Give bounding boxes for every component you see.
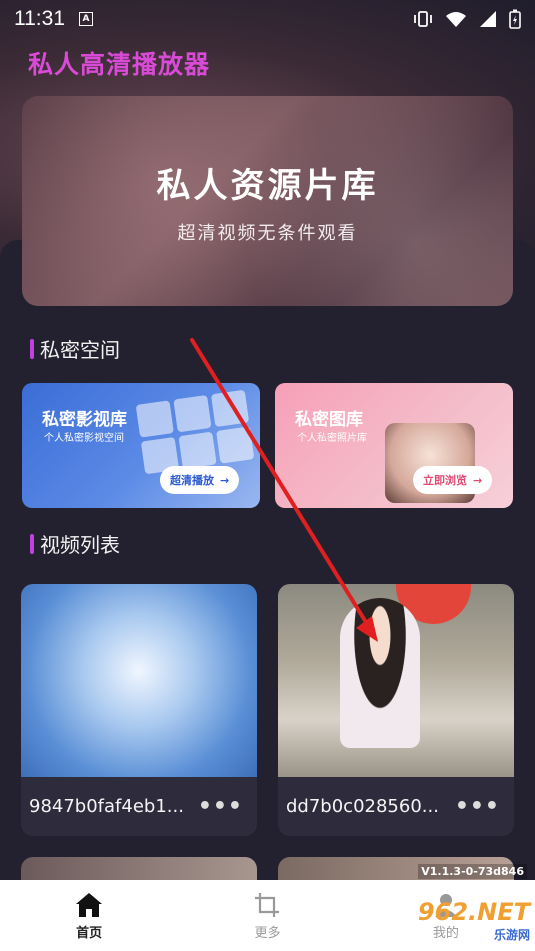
status-bar: 11:31 A bbox=[0, 0, 535, 38]
video-name: dd7b0c028560... bbox=[286, 796, 439, 817]
arrow-right-icon: → bbox=[220, 473, 230, 487]
watermark-text: 乐游网 bbox=[493, 928, 530, 942]
video-info: 9847b0faf4eb1... ••• bbox=[21, 777, 257, 836]
card-title: 私密图库 bbox=[295, 410, 363, 430]
private-video-library-card[interactable]: 私密影视库 个人私密影视空间 超清播放 → bbox=[22, 383, 260, 508]
signal-icon bbox=[480, 11, 496, 27]
person-decoration bbox=[340, 598, 420, 748]
hero-subtitle: 超清视频无条件观看 bbox=[177, 222, 358, 244]
video-thumbnail[interactable] bbox=[21, 584, 257, 777]
version-label: V1.1.3-0-73d846 bbox=[418, 864, 527, 879]
private-photo-library-card[interactable]: 私密图库 个人私密照片库 立即浏览 → bbox=[275, 383, 513, 508]
tab-label: 更多 bbox=[254, 925, 281, 941]
battery-icon bbox=[509, 9, 521, 29]
status-icons bbox=[413, 9, 521, 29]
section-heading-video-list: 视频列表 bbox=[30, 529, 120, 558]
vibrate-icon bbox=[414, 11, 432, 27]
button-label: 超清播放 bbox=[170, 474, 214, 487]
more-options-icon[interactable]: ••• bbox=[198, 794, 243, 819]
video-thumbnail[interactable] bbox=[278, 584, 514, 777]
play-hd-button[interactable]: 超清播放 → bbox=[160, 466, 240, 494]
tab-home[interactable]: 首页 bbox=[0, 880, 178, 951]
notification-a-icon: A bbox=[79, 12, 93, 26]
photo-collage-decoration bbox=[135, 389, 255, 475]
video-info: dd7b0c028560... ••• bbox=[278, 777, 514, 836]
section-title: 视频列表 bbox=[40, 533, 120, 557]
watermark-logo: 962.NET bbox=[417, 898, 530, 926]
home-icon bbox=[76, 892, 103, 917]
status-time: 11:31 bbox=[14, 7, 65, 30]
more-options-icon[interactable]: ••• bbox=[455, 794, 500, 819]
hero-banner[interactable]: 私人资源片库 超清视频无条件观看 bbox=[22, 96, 513, 306]
app-title: 私人高清播放器 bbox=[28, 50, 211, 79]
video-card[interactable]: 9847b0faf4eb1... ••• bbox=[21, 584, 257, 836]
browse-now-button[interactable]: 立即浏览 → bbox=[413, 466, 493, 494]
button-label: 立即浏览 bbox=[423, 474, 467, 487]
section-heading-private-space: 私密空间 bbox=[30, 334, 120, 363]
video-card[interactable]: dd7b0c028560... ••• bbox=[278, 584, 514, 836]
section-title: 私密空间 bbox=[40, 338, 120, 362]
tab-more[interactable]: 更多 bbox=[178, 880, 356, 951]
section-accent-bar bbox=[30, 533, 34, 554]
wifi-icon bbox=[446, 12, 466, 27]
site-watermark: 962.NET 乐游网 bbox=[400, 898, 530, 946]
tab-label: 首页 bbox=[76, 925, 103, 941]
arrow-right-icon: → bbox=[473, 473, 483, 487]
section-accent-bar bbox=[30, 338, 34, 359]
card-subtitle: 个人私密影视空间 bbox=[44, 433, 124, 444]
card-subtitle: 个人私密照片库 bbox=[297, 433, 367, 444]
hero-title: 私人资源片库 bbox=[156, 165, 379, 206]
card-title: 私密影视库 bbox=[42, 410, 127, 430]
video-name: 9847b0faf4eb1... bbox=[29, 796, 184, 817]
crop-icon bbox=[255, 892, 280, 917]
